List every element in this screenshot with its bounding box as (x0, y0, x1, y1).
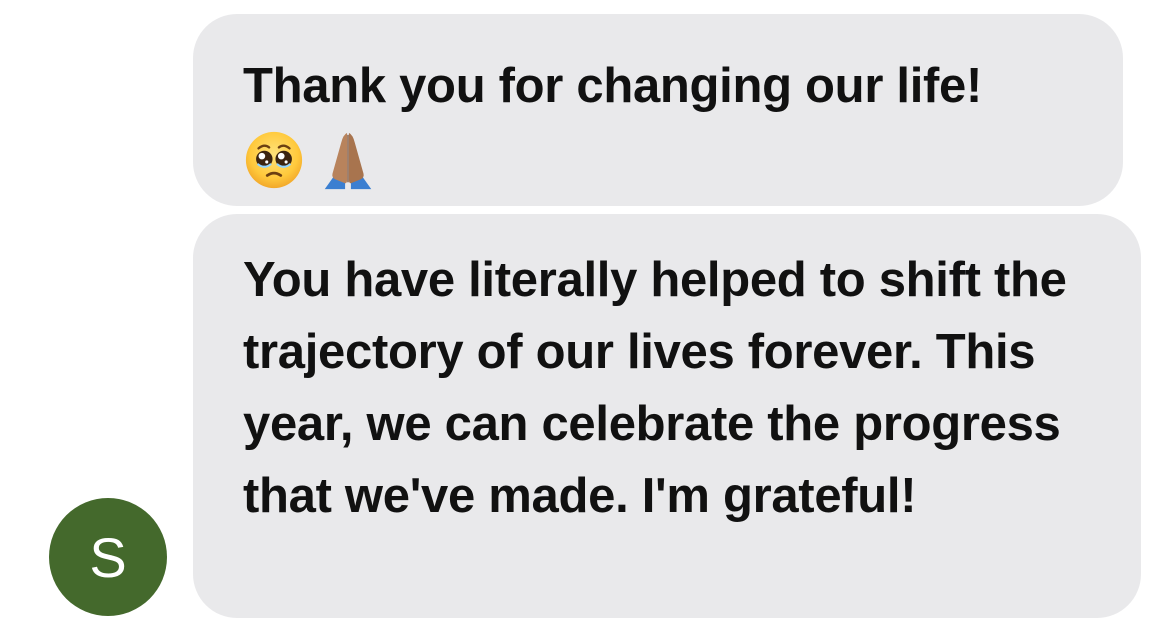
avatar[interactable]: S (49, 498, 167, 616)
message-text-1: Thank you for changing our life! (243, 59, 983, 113)
pleading-face-icon (245, 131, 303, 189)
folded-hands-icon (324, 132, 372, 190)
emoji-row (243, 124, 1083, 196)
message-text-2: You have literally helped to shift the t… (243, 253, 1067, 523)
message-bubble-2[interactable]: You have literally helped to shift the t… (193, 214, 1141, 618)
message-bubble-1[interactable]: Thank you for changing our life! (193, 14, 1123, 206)
avatar-initial: S (89, 525, 127, 589)
